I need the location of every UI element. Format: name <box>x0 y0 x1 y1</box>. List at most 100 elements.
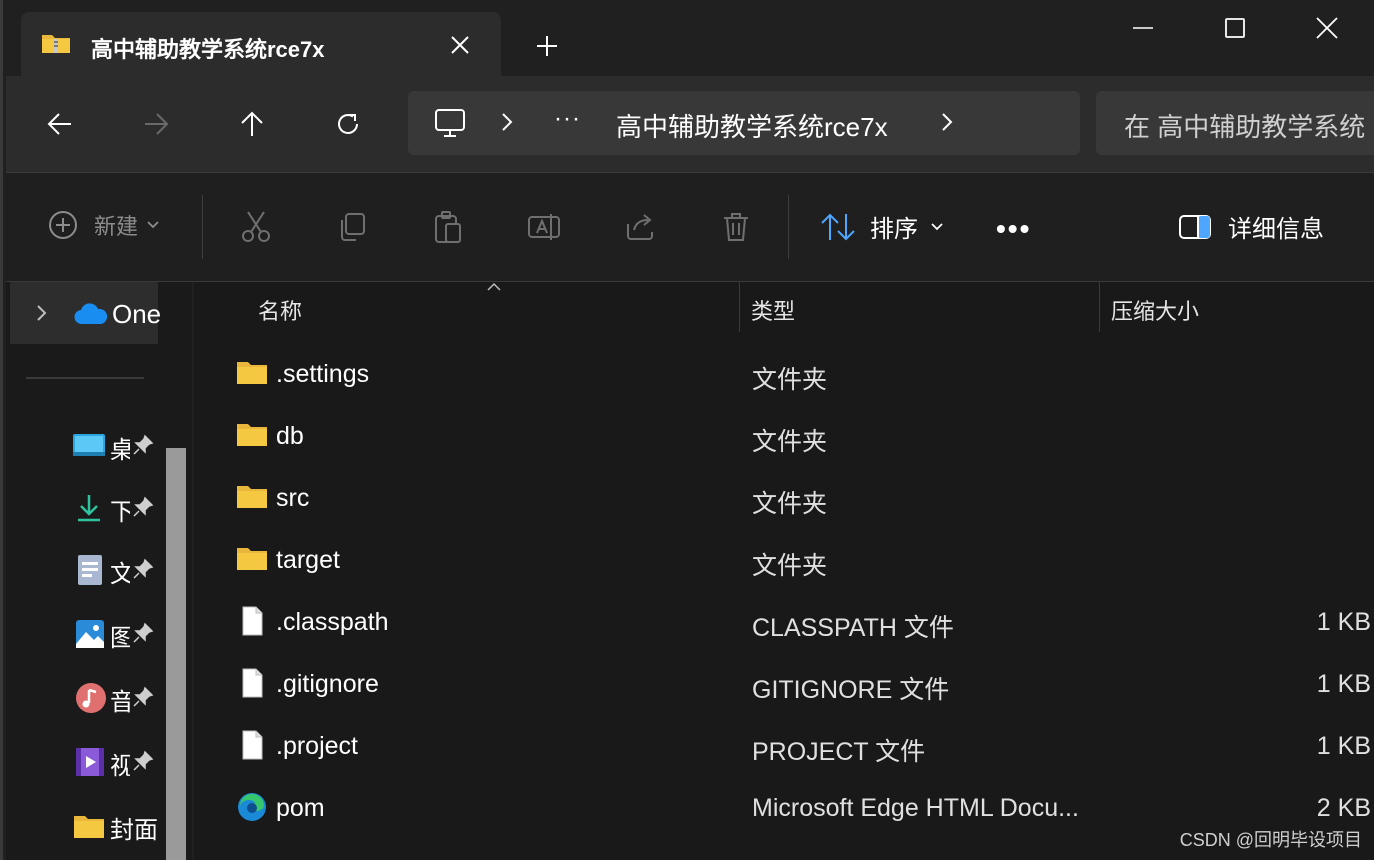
file-type: Microsoft Edge HTML Docu... <box>752 794 1079 822</box>
navigation-bar: ··· 高中辅助教学系统rce7x 在 高中辅助教学系统 <box>6 76 1374 172</box>
new-button-label: 新建 <box>94 214 139 239</box>
arrow-right-icon <box>145 113 169 135</box>
file-type: CLASSPATH 文件 <box>752 614 954 642</box>
close-icon <box>451 36 469 54</box>
folder-icon <box>74 816 104 838</box>
file-name: src <box>276 484 310 512</box>
maximize-icon <box>1225 18 1245 38</box>
divider <box>26 377 144 379</box>
file-type: 文件夹 <box>752 552 828 580</box>
pin-icon[interactable] <box>132 496 154 518</box>
refresh-icon <box>338 114 358 134</box>
delete-button[interactable] <box>718 209 754 245</box>
more-options-button[interactable]: ••• <box>996 213 1031 245</box>
file-row[interactable]: .gitignore GITIGNORE 文件 1 KB <box>194 652 1374 714</box>
trash-icon <box>724 213 748 241</box>
file-row[interactable]: db 文件夹 <box>194 404 1374 466</box>
file-row[interactable]: target 文件夹 <box>194 528 1374 590</box>
pin-icon[interactable] <box>132 686 154 708</box>
music-icon <box>76 683 106 713</box>
close-icon <box>1316 17 1338 39</box>
folder-icon <box>237 424 267 446</box>
onedrive-cloud-icon <box>74 303 108 325</box>
file-size: 1 KB <box>1316 670 1371 698</box>
up-button[interactable] <box>232 104 272 144</box>
file-name: target <box>276 546 340 574</box>
back-button[interactable] <box>40 104 80 144</box>
arrow-up-icon <box>241 111 263 136</box>
breadcrumb-current-folder[interactable]: 高中辅助教学系统rce7x <box>616 107 888 144</box>
nav-item-label: 下 <box>110 499 130 526</box>
nav-item-label: 桌 <box>110 437 130 464</box>
file-name: db <box>276 422 304 450</box>
details-pane-button[interactable]: 详细信息 <box>1178 209 1324 244</box>
maximize-button[interactable] <box>1211 8 1259 48</box>
pin-icon[interactable] <box>132 622 154 644</box>
file-explorer-window: 高中辅助教学系统rce7x ··· 高中辅助教学系统rce7x 在 高中辅助教学… <box>0 0 1374 860</box>
chevron-right-icon[interactable] <box>500 111 514 133</box>
new-tab-button[interactable] <box>531 30 563 62</box>
folder-icon <box>237 486 267 508</box>
tab-title: 高中辅助教学系统rce7x <box>91 37 325 62</box>
file-row[interactable]: .project PROJECT 文件 1 KB <box>194 714 1374 776</box>
paste-button[interactable] <box>430 209 466 245</box>
plus-circle-icon <box>49 211 77 239</box>
close-window-button[interactable] <box>1303 8 1351 48</box>
nav-item-onedrive[interactable]: One <box>10 282 161 344</box>
documents-icon <box>78 555 102 585</box>
tab-current[interactable]: 高中辅助教学系统rce7x <box>21 12 501 76</box>
file-icon <box>242 668 263 698</box>
copy-button[interactable] <box>334 209 370 245</box>
tab-strip: 高中辅助教学系统rce7x <box>3 0 1374 76</box>
nav-item-cover-folder[interactable]: 封面 <box>72 806 172 846</box>
pin-icon[interactable] <box>132 558 154 580</box>
share-button[interactable] <box>622 209 658 245</box>
sort-ascending-icon <box>487 282 501 291</box>
nav-item-label: 封面 <box>110 817 158 844</box>
search-box[interactable]: 在 高中辅助教学系统 <box>1096 91 1374 155</box>
cut-button[interactable] <box>238 209 274 245</box>
forward-button[interactable] <box>136 104 176 144</box>
file-icon <box>242 730 263 760</box>
refresh-button[interactable] <box>328 104 368 144</box>
file-name: .gitignore <box>276 670 379 698</box>
column-header-size[interactable]: 压缩大小 <box>1111 294 1199 346</box>
file-type: 文件夹 <box>752 490 828 518</box>
chevron-down-icon <box>147 221 159 229</box>
folder-icon <box>237 362 267 384</box>
column-separator[interactable] <box>739 282 740 332</box>
column-separator[interactable] <box>1099 282 1100 332</box>
breadcrumb-overflow-button[interactable]: ··· <box>554 105 581 133</box>
scissors-icon <box>242 211 270 242</box>
details-pane-icon <box>1179 214 1211 239</box>
file-size: 1 KB <box>1316 608 1371 636</box>
minimize-button[interactable] <box>1119 8 1167 48</box>
file-row[interactable]: .classpath CLASSPATH 文件 1 KB <box>194 590 1374 652</box>
rename-button[interactable] <box>526 209 562 245</box>
folder-icon <box>237 548 267 570</box>
edge-icon <box>238 793 266 821</box>
nav-pane-scrollbar[interactable] <box>166 448 186 860</box>
sort-button[interactable]: 排序 <box>820 209 944 244</box>
column-header-name[interactable]: 名称 <box>258 294 302 346</box>
file-name: .settings <box>276 360 370 388</box>
new-button[interactable]: 新建 <box>48 209 160 241</box>
plus-icon <box>537 36 557 56</box>
pin-icon[interactable] <box>132 750 154 772</box>
chevron-right-icon[interactable] <box>940 111 954 133</box>
file-name: .classpath <box>276 608 389 636</box>
file-row[interactable]: .settings 文件夹 <box>194 342 1374 404</box>
chevron-right-icon[interactable] <box>36 304 48 322</box>
file-type: PROJECT 文件 <box>752 738 926 766</box>
nav-item-label: 音 <box>110 689 130 716</box>
file-row[interactable]: src 文件夹 <box>194 466 1374 528</box>
rename-icon <box>528 214 560 240</box>
watermark-text: CSDN @回明毕设项目 <box>1179 830 1362 850</box>
share-icon <box>627 214 653 240</box>
download-icon <box>78 495 100 522</box>
toolbar-separator <box>788 195 789 259</box>
close-tab-button[interactable] <box>445 30 475 60</box>
column-header-type[interactable]: 类型 <box>751 294 795 346</box>
address-bar[interactable]: ··· 高中辅助教学系统rce7x <box>408 91 1080 155</box>
pin-icon[interactable] <box>132 434 154 456</box>
